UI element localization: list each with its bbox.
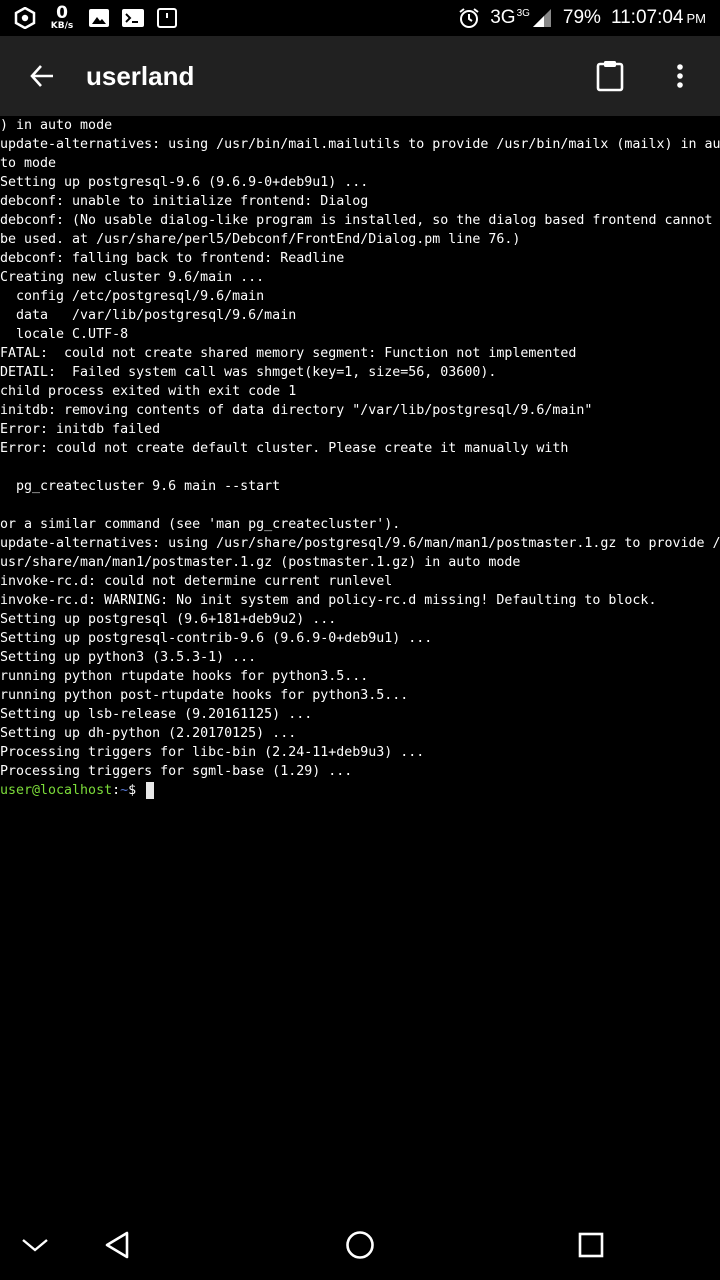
back-arrow-icon [30,65,53,87]
terminal-line: Setting up postgresql (9.6+181+deb9u2) .… [0,612,337,627]
terminal-output[interactable]: ) in auto mode update-alternatives: using… [0,116,720,1210]
terminal-line: Setting up lsb-release (9.20161125) ... [0,707,313,722]
terminal-line: ) in auto mode [0,118,113,133]
terminal-line: locale C.UTF-8 [0,327,129,342]
terminal-cursor [146,782,155,799]
keyboard-hide-button[interactable] [0,1210,70,1280]
terminal-line: invoke-rc.d: WARNING: No init system and… [0,593,657,608]
status-right-icons: 3G 3G 79% 11:07:04 PM [458,7,706,29]
terminal-line: DETAIL: Failed system call was shmget(ke… [0,365,497,380]
terminal-prompt[interactable]: user@localhost: ~ $ [0,781,720,800]
terminal-line: debconf: unable to initialize frontend: … [0,194,369,209]
more-vert-icon [677,64,683,88]
navigation-bar [0,1210,720,1280]
app-bar: userland [0,36,720,116]
recents-button[interactable] [556,1210,626,1280]
network-type-label: 3G [490,7,516,28]
network-speed-value: 0 [56,3,68,23]
more-options-button[interactable] [660,56,700,96]
terminal-line: initdb: removing contents of data direct… [0,403,593,418]
terminal-line: Setting up postgresql-contrib-9.6 (9.6.9… [0,631,433,646]
prompt-separator: : [112,783,121,798]
network-speed-unit: KB/s [50,21,74,31]
terminal-line: Error: initdb failed [0,422,161,437]
back-nav-button[interactable] [82,1210,152,1280]
terminal-line: to mode [0,156,57,171]
recents-square-icon [578,1232,604,1258]
clipboard-icon [596,61,624,92]
prompt-path: ~ [120,783,129,798]
hexagon-icon [14,7,36,29]
prompt-symbol: $ [128,783,145,798]
terminal-line: or a similar command (see 'man pg_create… [0,517,401,532]
clock: 11:07:04 PM [611,7,706,29]
alarm-icon [458,7,480,29]
terminal-line: pg_createcluster 9.6 main --start [0,479,281,494]
clock-ampm: PM [686,11,707,26]
terminal-icon [122,7,144,29]
back-triangle-icon [105,1231,129,1259]
terminal-line: Error: could not create default cluster.… [0,441,569,456]
clipboard-button[interactable] [590,56,630,96]
home-button[interactable] [325,1210,395,1280]
keyboard-hide-icon [22,1239,48,1252]
terminal-line: FATAL: could not create shared memory se… [0,346,577,361]
image-icon [88,7,110,29]
terminal-line: child process exited with exit code 1 [0,384,297,399]
terminal-line: data /var/lib/postgresql/9.6/main [0,308,297,323]
terminal-line: Processing triggers for libc-bin (2.24-1… [0,745,425,760]
terminal-line: running python rtupdate hooks for python… [0,669,369,684]
battery-level: 79% [562,7,601,28]
terminal-line: debconf: (No usable dialog-like program … [0,213,713,228]
signal-icon [531,7,553,29]
terminal-line: update-alternatives: using /usr/share/po… [0,536,720,551]
status-bar: 0 KB/s 3G 3G 79% 11:07:04 PM [0,0,720,36]
terminal-line: be used. at /usr/share/perl5/Debconf/Fro… [0,232,521,247]
terminal-line: Processing triggers for sgml-base (1.29)… [0,764,353,779]
app-actions [590,56,700,96]
network-speed: 0 KB/s [48,5,76,31]
sd-card-icon [156,7,178,29]
status-left-icons: 0 KB/s [14,5,178,31]
network-type-sup: 3G [516,8,530,19]
clock-time: 11:07:04 [610,7,684,28]
back-button[interactable] [22,56,62,96]
network-type: 3G 3G [490,7,553,29]
terminal-line: update-alternatives: using /usr/bin/mail… [0,137,720,152]
terminal-line: invoke-rc.d: could not determine current… [0,574,393,589]
terminal-line: Setting up python3 (3.5.3-1) ... [0,650,257,665]
home-circle-icon [346,1231,374,1259]
terminal-line: Creating new cluster 9.6/main ... [0,270,265,285]
terminal-lines: ) in auto mode update-alternatives: using… [0,116,720,781]
prompt-user-host: user@localhost [0,783,113,798]
terminal-line: Setting up dh-python (2.20170125) ... [0,726,297,741]
app-title: userland [86,60,195,91]
terminal-line: config /etc/postgresql/9.6/main [0,289,265,304]
terminal-line: Setting up postgresql-9.6 (9.6.9-0+deb9u… [0,175,369,190]
terminal-line: debconf: falling back to frontend: Readl… [0,251,345,266]
terminal-line: running python post-rtupdate hooks for p… [0,688,409,703]
terminal-line: usr/share/man/man1/postmaster.1.gz (post… [0,555,521,570]
